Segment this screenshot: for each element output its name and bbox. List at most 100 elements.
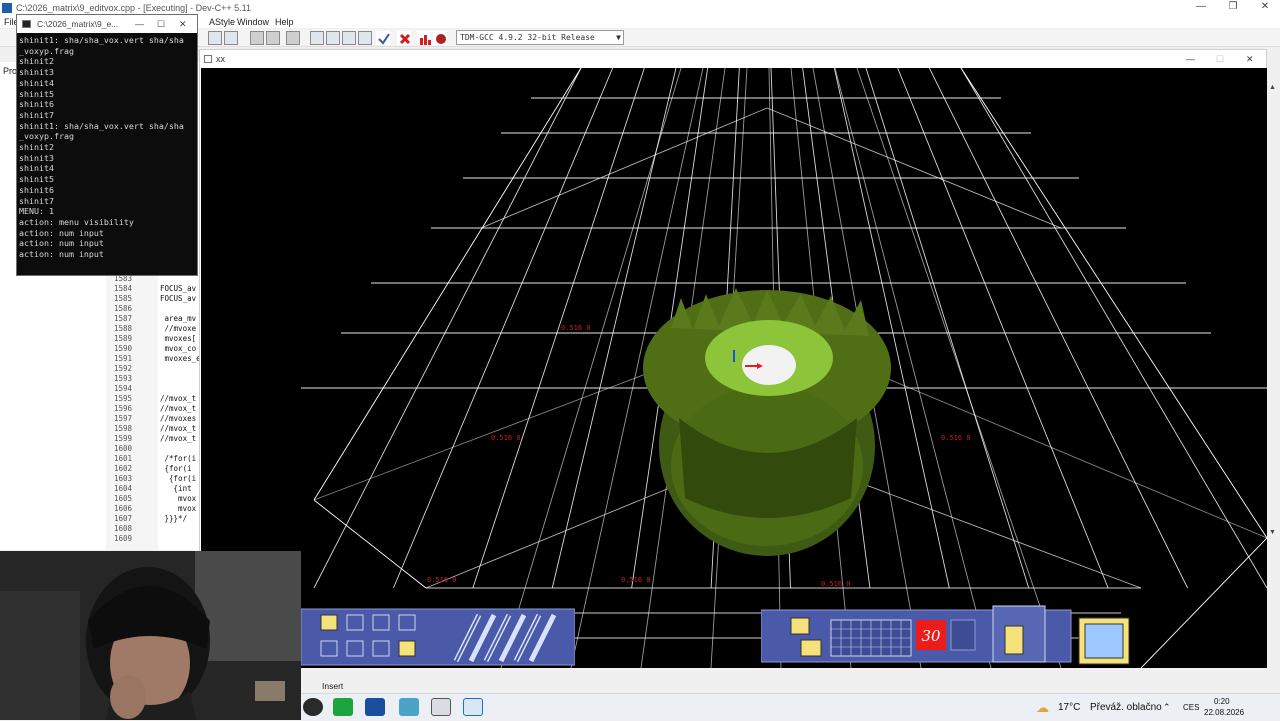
scroll-down-icon[interactable]: ▼ (1269, 529, 1276, 536)
line-number: 1592 (114, 364, 133, 373)
console-maximize-icon[interactable]: ☐ (157, 15, 165, 33)
line-number: 1598 (114, 424, 133, 433)
taskbar-app-blue-icon[interactable] (399, 698, 419, 716)
line-number: 1602 (114, 464, 133, 473)
console-icon (22, 20, 31, 28)
weather-temp[interactable]: 17°C (1058, 694, 1080, 721)
line-number-gutter: 1583 1584 1585 1586 1587 1588 1589 1590 1591 1592… (106, 270, 158, 550)
code-editor[interactable]: FOCUS_av FOCUS_av area_mv //mvoxe mvoxes[… (160, 270, 202, 550)
svg-text:0.516 0: 0.516 0 (427, 576, 457, 584)
rebuild-icon[interactable] (358, 31, 372, 45)
minimize-icon[interactable]: — (1186, 0, 1216, 16)
compile-run-icon[interactable] (342, 31, 356, 45)
console-line: _voxyp.frag (19, 131, 74, 142)
taskbar-app-green-icon[interactable] (333, 698, 353, 716)
taskbar: ☁ 17°C Převáž. oblačno ⌃ CES 0:20 22.08.… (301, 693, 1280, 720)
scroll-up-icon[interactable]: ▲ (1269, 84, 1276, 91)
console-line: shinit3 (19, 152, 54, 163)
back-icon[interactable] (250, 31, 264, 45)
compiler-select-value: TDM-GCC 4.9.2 32-bit Release (460, 33, 595, 42)
console-minimize-icon[interactable]: — (135, 15, 144, 33)
code-line: mvoxes_e (160, 354, 201, 363)
console-line: shinit1: sha/sha_vox.vert sha/sha (19, 120, 184, 131)
taskbar-active-window-icon[interactable] (463, 698, 483, 716)
menu-astyle[interactable]: AStyle (209, 16, 235, 28)
run-icon[interactable] (326, 31, 340, 45)
clock-time[interactable]: 0:20 (1214, 696, 1230, 707)
console-line: action: num input (19, 249, 104, 259)
line-number: 1591 (114, 354, 133, 363)
taskbar-window-icon[interactable] (431, 698, 451, 716)
3d-viewport[interactable]: 0.516 0 0.516 0 0.516 0 0.516 0 0.516 0 … (201, 68, 1267, 668)
console-line: MENU: 1 (19, 206, 54, 217)
chevron-up-icon[interactable]: ⌃ (1163, 694, 1171, 721)
console-line: shinit1: sha/sha_vox.vert sha/sha (19, 35, 184, 45)
console-line: shinit7 (19, 109, 54, 120)
profile-icon[interactable] (433, 31, 447, 45)
game-maximize-icon[interactable]: ☐ (1216, 50, 1224, 68)
taskbar-obs-icon[interactable] (303, 698, 323, 716)
console-close-icon[interactable]: ✕ (179, 15, 187, 33)
line-number: 1590 (114, 344, 133, 353)
console-window: C:\2026_matrix\9_e... — ☐ ✕ shinit1: sha… (16, 14, 198, 276)
menu-help[interactable]: Help (275, 16, 294, 28)
line-number: 1601 (114, 454, 133, 463)
language-indicator[interactable]: CES (1183, 694, 1199, 721)
line-number: 1589 (114, 334, 133, 343)
line-number: 1588 (114, 324, 133, 333)
game-window-icon (204, 55, 212, 63)
console-title-bar: C:\2026_matrix\9_e... — ☐ ✕ (17, 15, 197, 33)
code-line: area_mv (160, 314, 197, 323)
voxel-scene: 0.516 0 0.516 0 0.516 0 0.516 0 0.516 0 … (301, 68, 1267, 668)
console-line: shinit4 (19, 77, 54, 88)
weather-icon[interactable]: ☁ (1036, 694, 1049, 721)
game-minimize-icon[interactable]: — (1186, 50, 1195, 68)
compile-icon[interactable] (310, 31, 324, 45)
hud-button-b (800, 639, 822, 657)
svg-text:0.516 0: 0.516 0 (621, 576, 651, 584)
svg-text:0.516 0: 0.516 0 (561, 324, 591, 332)
console-line: _voxyp.frag (19, 45, 74, 56)
code-line: {for(i (160, 474, 197, 483)
code-line: //mvox_t (160, 424, 197, 433)
code-line: //mvox_t (160, 394, 197, 403)
code-line: FOCUS_av (160, 284, 197, 293)
line-number: 1596 (114, 404, 133, 413)
line-number: 1595 (114, 394, 133, 403)
clock-date[interactable]: 22.08.2026 (1204, 707, 1244, 718)
console-title: C:\2026_matrix\9_e... (37, 19, 119, 29)
code-line: mvoxes[ (160, 334, 197, 343)
svg-text:0.516 0: 0.516 0 (821, 580, 851, 588)
devcpp-app-icon (2, 3, 12, 13)
line-number: 1586 (114, 304, 133, 313)
console-line: shinit6 (19, 184, 54, 195)
webcam-image (0, 551, 301, 720)
weather-text[interactable]: Převáž. oblačno (1090, 694, 1162, 721)
goto-icon[interactable] (286, 31, 300, 45)
game-close-icon[interactable]: ✕ (1246, 50, 1254, 68)
forward-icon[interactable] (266, 31, 280, 45)
svg-text:0.516 0: 0.516 0 (491, 434, 521, 442)
console-line: action: menu visibility (19, 216, 134, 227)
restore-icon[interactable]: ❐ (1218, 0, 1248, 16)
menu-window[interactable]: Window (237, 16, 269, 28)
line-number: 1609 (114, 534, 133, 543)
chart-icon[interactable] (417, 31, 431, 45)
taskbar-devcpp-icon[interactable] (365, 698, 385, 716)
console-line: shinit6 (19, 99, 54, 110)
toolbar-btn-b[interactable] (224, 31, 238, 45)
code-line: /*for(i (160, 454, 197, 463)
toolbar-btn-a[interactable] (208, 31, 222, 45)
project-tab[interactable]: Pro (3, 66, 17, 76)
line-number: 1608 (114, 524, 133, 533)
close-icon[interactable]: ✕ (1250, 0, 1280, 16)
hud-right-panel: 30 (761, 605, 1130, 665)
check-icon[interactable] (376, 31, 390, 45)
stop-icon[interactable] (397, 31, 411, 45)
compiler-select[interactable]: TDM-GCC 4.9.2 32-bit Release ▼ (456, 30, 624, 45)
right-scroll-strip[interactable]: ▲ ▼ (1267, 49, 1280, 668)
line-number: 1606 (114, 504, 133, 513)
code-line: //mvoxe (160, 324, 197, 333)
code-line: {for(i (160, 464, 192, 473)
line-number: 1607 (114, 514, 133, 523)
